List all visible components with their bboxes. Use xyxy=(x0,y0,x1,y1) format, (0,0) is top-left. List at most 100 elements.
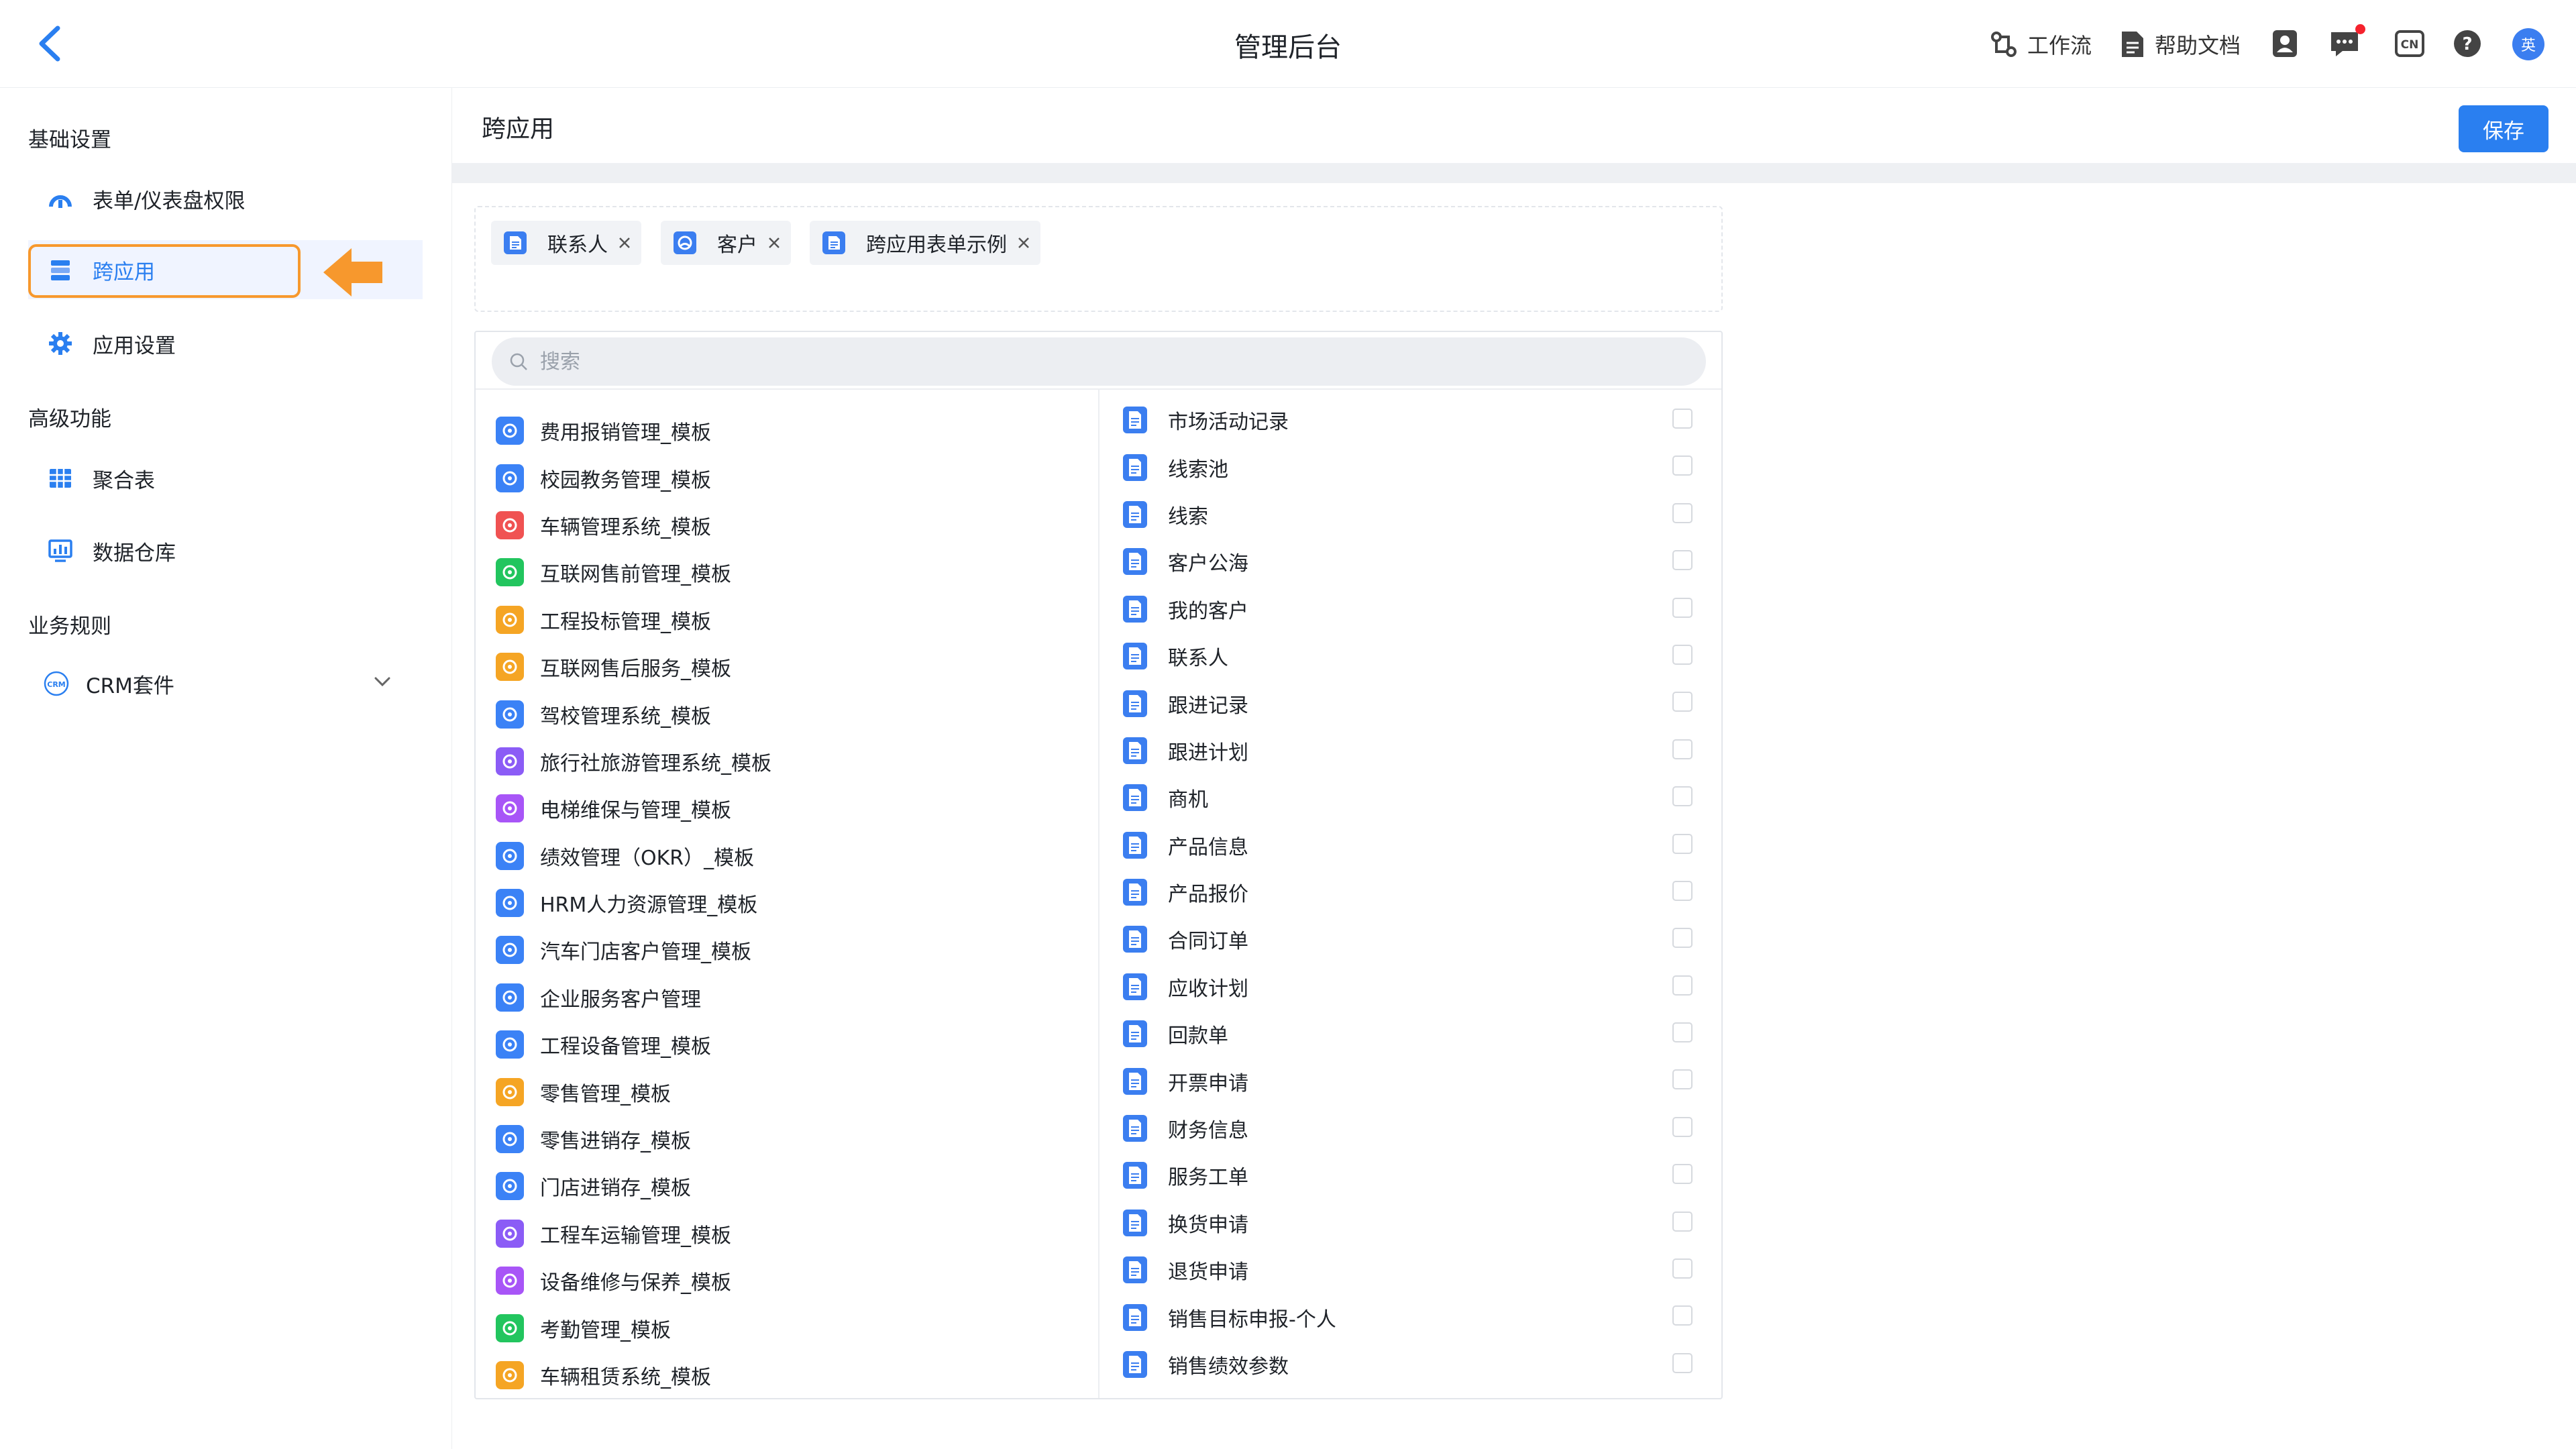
customer-icon xyxy=(674,231,696,254)
form-checkbox[interactable] xyxy=(1672,1352,1693,1373)
app-list-item[interactable]: 车辆租赁系统_模板 xyxy=(496,1352,1086,1398)
app-label: 互联网售前管理_模板 xyxy=(540,563,731,587)
selected-tag-contact[interactable]: 联系人 xyxy=(491,221,641,265)
form-list-item[interactable]: 跟进计划 xyxy=(1122,727,1706,774)
help-doc-button[interactable]: 帮助文档 xyxy=(2120,25,2241,63)
form-list-item[interactable]: 销售目标申报-个人 xyxy=(1122,1293,1706,1340)
form-checkbox[interactable] xyxy=(1672,1116,1693,1137)
crm-icon: CRM xyxy=(44,671,69,696)
form-list-item[interactable]: 客户公海 xyxy=(1122,538,1706,585)
form-checkbox[interactable] xyxy=(1672,975,1693,996)
form-checkbox[interactable] xyxy=(1672,550,1693,571)
sidebar-item-form-permission[interactable]: 表单/仪表盘权限 xyxy=(28,169,423,228)
close-icon[interactable] xyxy=(616,234,633,252)
form-list-item[interactable]: 跟进记录 xyxy=(1122,680,1706,727)
form-checkbox[interactable] xyxy=(1672,1164,1693,1185)
avatar[interactable]: 英 xyxy=(2512,28,2544,60)
form-checkbox[interactable] xyxy=(1672,409,1693,429)
app-list-item[interactable]: 设备维修与保养_模板 xyxy=(496,1257,1086,1304)
contacts-icon[interactable] xyxy=(2268,27,2302,60)
form-label: 线索池 xyxy=(1168,458,1228,482)
search-bar[interactable] xyxy=(492,337,1706,386)
app-list-item[interactable]: 工程设备管理_模板 xyxy=(496,1021,1086,1068)
app-list-item[interactable]: 工程车运输管理_模板 xyxy=(496,1210,1086,1257)
app-list-item[interactable]: 绩效管理（OKR）_模板 xyxy=(496,833,1086,879)
form-list-item[interactable]: 产品信息 xyxy=(1122,822,1706,869)
form-list: 市场活动记录线索池线索 客户公海 我的客户 联系人 跟进记录 跟进计划 商机 产品信息 产品报价… xyxy=(1122,396,1706,1388)
app-list-item[interactable]: HRM人力资源管理_模板 xyxy=(496,879,1086,926)
app-list-item[interactable]: 零售管理_模板 xyxy=(496,1068,1086,1115)
app-list-item[interactable]: 电梯维保与管理_模板 xyxy=(496,785,1086,832)
sidebar-item-aggregate-table[interactable]: 聚合表 xyxy=(28,449,423,508)
form-checkbox[interactable] xyxy=(1672,455,1693,476)
selected-tag-cross-app-form[interactable]: 跨应用表单示例 xyxy=(810,221,1040,265)
app-list-item[interactable]: 互联网售后服务_模板 xyxy=(496,643,1086,690)
sidebar-item-data-warehouse[interactable]: 数据仓库 xyxy=(28,521,423,580)
form-checkbox[interactable] xyxy=(1672,786,1693,807)
app-list-item[interactable]: 企业服务客户管理 xyxy=(496,974,1086,1021)
form-list-item[interactable]: 市场活动记录 xyxy=(1122,396,1706,443)
back-icon[interactable] xyxy=(27,20,74,67)
form-list-item[interactable]: 财务信息 xyxy=(1122,1105,1706,1152)
language-cn-icon[interactable]: CN xyxy=(2393,27,2426,60)
form-checkbox[interactable] xyxy=(1672,597,1693,618)
form-list-item[interactable]: 合同订单 xyxy=(1122,916,1706,963)
form-checkbox[interactable] xyxy=(1672,502,1693,523)
form-list-item[interactable]: 我的客户 xyxy=(1122,586,1706,633)
app-list-item[interactable]: 考勤管理_模板 xyxy=(496,1304,1086,1351)
form-list-item[interactable]: 回款单 xyxy=(1122,1010,1706,1057)
app-label: 车辆管理系统_模板 xyxy=(540,515,711,539)
form-checkbox[interactable] xyxy=(1672,833,1693,854)
form-checkbox[interactable] xyxy=(1672,692,1693,712)
question-icon[interactable]: ? xyxy=(2451,27,2484,60)
form-list-item[interactable]: 换货申请 xyxy=(1122,1199,1706,1246)
app-icon xyxy=(496,1077,524,1106)
app-list-item[interactable]: 门店进销存_模板 xyxy=(496,1163,1086,1210)
form-checkbox[interactable] xyxy=(1672,644,1693,665)
save-button[interactable]: 保存 xyxy=(2459,105,2548,152)
form-checkbox[interactable] xyxy=(1672,928,1693,949)
app-label: HRM人力资源管理_模板 xyxy=(540,894,758,918)
app-list-item[interactable]: 校园教务管理_模板 xyxy=(496,454,1086,501)
form-doc-icon xyxy=(1123,1067,1147,1095)
app-label: 绩效管理（OKR）_模板 xyxy=(540,846,755,870)
svg-text:CRM: CRM xyxy=(47,680,66,689)
app-list-item[interactable]: 互联网售前管理_模板 xyxy=(496,549,1086,596)
close-icon[interactable] xyxy=(1015,234,1032,252)
form-list-item[interactable]: 销售绩效参数 xyxy=(1122,1341,1706,1388)
app-list-item[interactable]: 车辆管理系统_模板 xyxy=(496,502,1086,549)
form-list-item[interactable]: 商机 xyxy=(1122,774,1706,821)
app-list-item[interactable]: 驾校管理系统_模板 xyxy=(496,690,1086,737)
form-checkbox[interactable] xyxy=(1672,739,1693,759)
app-list-item[interactable]: 零售进销存_模板 xyxy=(496,1116,1086,1163)
app-list-item[interactable]: 费用报销管理_模板 xyxy=(496,407,1086,454)
form-checkbox[interactable] xyxy=(1672,1022,1693,1043)
form-list-item[interactable]: 退货申请 xyxy=(1122,1246,1706,1293)
form-list-item[interactable]: 线索池 xyxy=(1122,443,1706,490)
workflow-button[interactable]: 工作流 xyxy=(1990,25,2092,63)
selected-tag-customer[interactable]: 客户 xyxy=(661,221,791,265)
sidebar-item-crm-suite[interactable]: CRM CRM套件 xyxy=(28,654,423,713)
chevron-down-icon[interactable] xyxy=(370,669,394,694)
app-label: 工程投标管理_模板 xyxy=(540,610,711,634)
form-list-item[interactable]: 线索 xyxy=(1122,491,1706,538)
form-checkbox[interactable] xyxy=(1672,1211,1693,1232)
form-list-item[interactable]: 开票申请 xyxy=(1122,1057,1706,1104)
form-list-item[interactable]: 联系人 xyxy=(1122,633,1706,680)
form-checkbox[interactable] xyxy=(1672,1258,1693,1279)
app-list-item[interactable]: 工程投标管理_模板 xyxy=(496,596,1086,643)
form-checkbox[interactable] xyxy=(1672,1305,1693,1326)
form-checkbox[interactable] xyxy=(1672,1069,1693,1090)
app-list-item[interactable]: 旅行社旅游管理系统_模板 xyxy=(496,738,1086,785)
close-icon[interactable] xyxy=(765,234,783,252)
form-list-item[interactable]: 产品报价 xyxy=(1122,869,1706,916)
form-list-item[interactable]: 服务工单 xyxy=(1122,1152,1706,1199)
form-checkbox[interactable] xyxy=(1672,880,1693,901)
app-icon xyxy=(496,464,524,492)
search-input[interactable] xyxy=(539,349,1615,374)
form-list-item[interactable]: 应收计划 xyxy=(1122,963,1706,1010)
app-list-item[interactable]: 汽车门店客户管理_模板 xyxy=(496,926,1086,973)
sidebar-item-app-settings[interactable]: 应用设置 xyxy=(28,314,423,373)
sidebar-item-label: 表单/仪表盘权限 xyxy=(93,189,246,213)
form-doc-icon xyxy=(504,231,527,254)
